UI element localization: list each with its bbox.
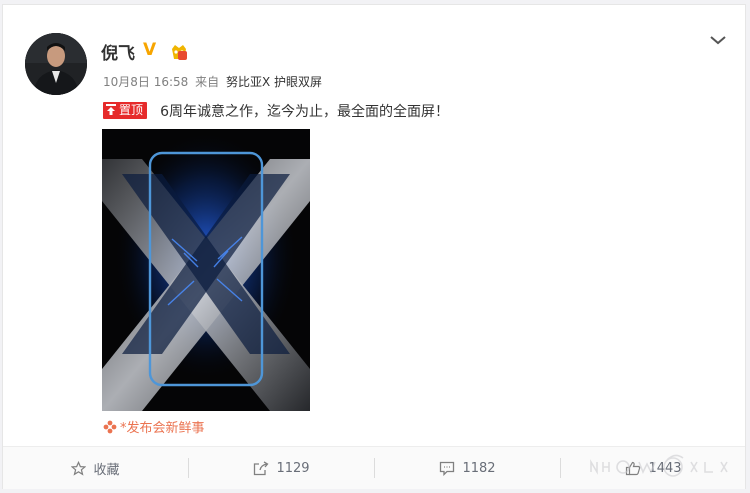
comment-count: 1182: [462, 460, 496, 476]
favorite-label: 收藏: [93, 462, 120, 478]
pin-badge: 置顶: [103, 102, 148, 119]
comment-icon: [440, 461, 455, 476]
verified-icon: V: [143, 40, 157, 60]
repost-count: 1129: [276, 460, 310, 476]
favorite-button[interactable]: 收藏: [3, 447, 188, 489]
topic-label: *发布会新鲜事: [120, 421, 205, 436]
pin-icon: [106, 104, 116, 115]
repost-button[interactable]: 1129: [189, 447, 374, 489]
flower-icon: [103, 420, 117, 434]
weibo-post-card: 倪飞 V 10月8日 16:58 来自 努比亚X 护眼双屏 置顶 6周年诚意之作…: [2, 4, 746, 489]
post-meta: 10月8日 16:58 来自 努比亚X 护眼双屏: [103, 73, 322, 90]
pin-label: 置顶: [119, 103, 144, 117]
post-image[interactable]: [102, 129, 310, 411]
post-timestamp[interactable]: 10月8日 16:58: [103, 75, 188, 89]
username[interactable]: 倪飞: [101, 39, 135, 64]
share-icon: [254, 460, 269, 475]
chevron-down-icon[interactable]: [709, 33, 727, 47]
watermark-logo: [590, 454, 728, 477]
avatar[interactable]: [25, 33, 87, 95]
post-content: 置顶 6周年诚意之作，迄今为止，最全面的全面屏！: [103, 100, 449, 120]
via-label: 来自: [195, 75, 220, 89]
star-icon: [71, 460, 87, 476]
member-badge-icon[interactable]: [169, 43, 189, 61]
post-text: 6周年诚意之作，迄今为止，最全面的全面屏！: [160, 103, 450, 120]
comment-button[interactable]: 1182: [375, 447, 560, 489]
post-device[interactable]: 努比亚X 护眼双屏: [226, 75, 322, 89]
topic-link[interactable]: *发布会新鲜事: [103, 417, 205, 436]
